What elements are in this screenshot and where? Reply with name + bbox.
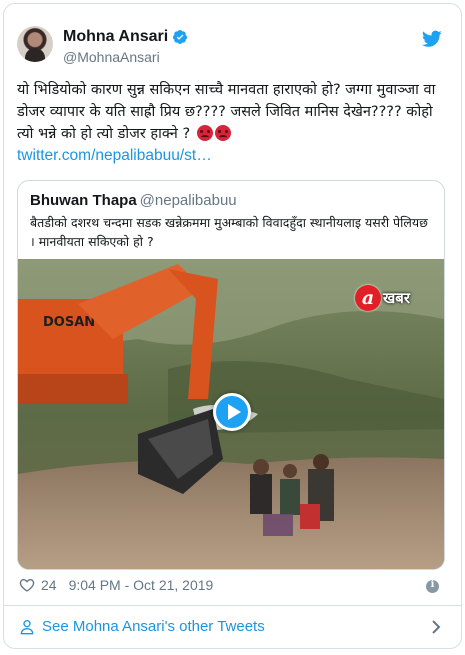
person-icon — [20, 620, 34, 635]
chevron-right-icon[interactable] — [429, 619, 443, 635]
tweet-body: यो भिडियोको कारण सुन्न सकिएन साच्चै मानव… — [17, 79, 445, 167]
quoted-tweet-header[interactable]: Bhuwan Thapa @nepalibabuu — [30, 192, 237, 209]
verified-badge-icon — [173, 30, 188, 44]
quoted-author-handle[interactable]: @nepalibabuu — [140, 192, 237, 209]
author-handle[interactable]: @MohnaAnsari — [63, 49, 160, 65]
like-count[interactable]: 24 — [41, 577, 57, 593]
logo-text: खबर — [383, 289, 410, 307]
angry-face-emoji-icon — [196, 125, 213, 141]
twitter-bird-icon[interactable] — [422, 30, 442, 48]
see-other-tweets-row[interactable]: See Mohna Ansari's other Tweets — [4, 606, 461, 648]
logo-letter: a — [355, 285, 381, 311]
news-channel-logo: a खबर — [355, 285, 410, 311]
play-button[interactable] — [213, 393, 251, 431]
video-player[interactable]: DOSAN a खबर — [18, 259, 444, 569]
tweet-timestamp[interactable]: 9:04 PM - Oct 21, 2019 — [69, 577, 214, 593]
machine-label: DOSAN — [43, 315, 95, 330]
info-icon[interactable] — [426, 579, 439, 593]
avatar[interactable] — [17, 26, 53, 62]
author-name-line[interactable]: Mohna Ansari — [63, 28, 188, 46]
tweet-link[interactable]: twitter.com/nepalibabuu/st… — [17, 147, 212, 164]
quoted-author-name[interactable]: Bhuwan Thapa — [30, 192, 137, 209]
author-display-name[interactable]: Mohna Ansari — [63, 28, 168, 46]
quoted-tweet-text: बैतडीको दशरथ चन्दमा सडक खन्नेक्रममा मुअम… — [30, 215, 428, 249]
quoted-tweet[interactable]: Bhuwan Thapa @nepalibabuu बैतडीको दशरथ चन… — [17, 180, 445, 570]
tweet-header: Mohna Ansari @MohnaAnsari — [17, 26, 442, 72]
tweet-meta: 24 9:04 PM - Oct 21, 2019 — [19, 577, 213, 593]
angry-face-emoji-icon — [214, 125, 231, 141]
heart-icon[interactable] — [19, 577, 35, 593]
see-other-tweets-link[interactable]: See Mohna Ansari's other Tweets — [42, 618, 265, 635]
